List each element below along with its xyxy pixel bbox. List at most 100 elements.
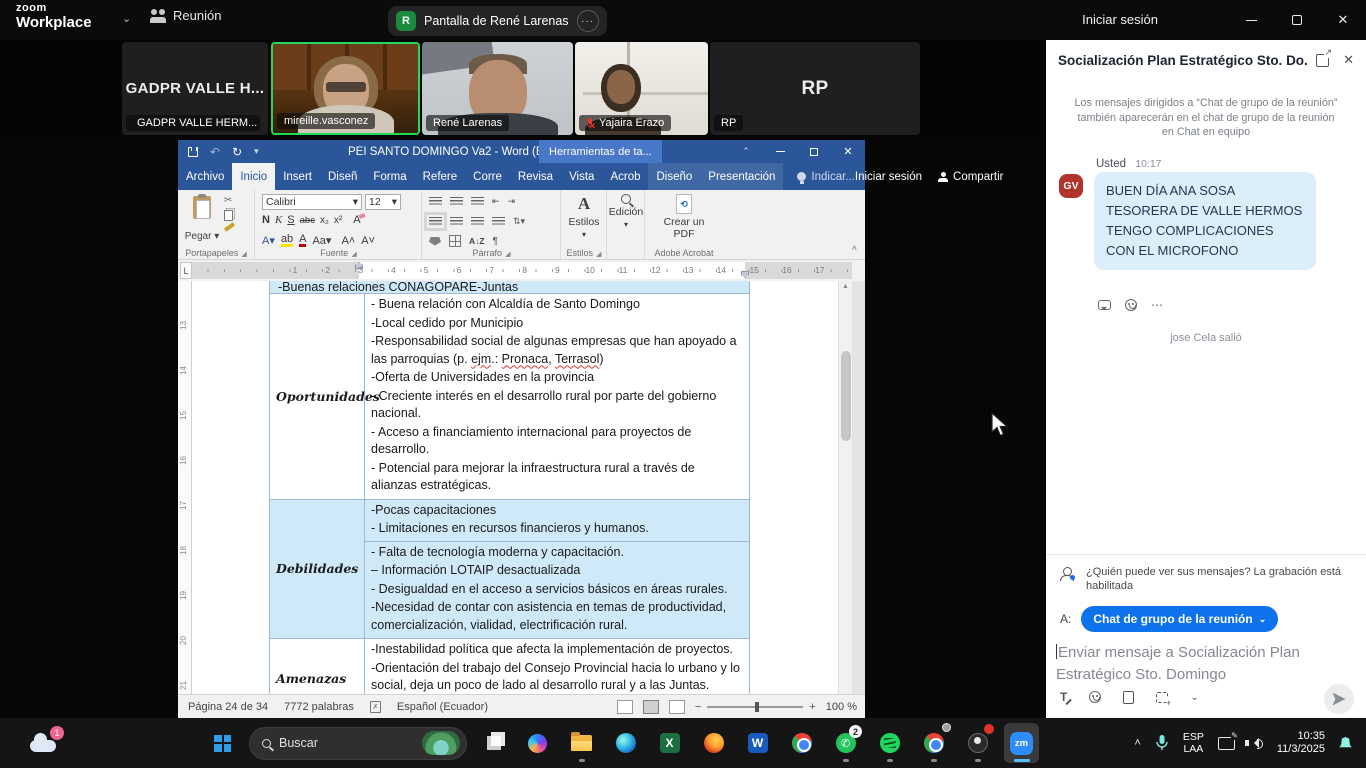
reply-icon[interactable] [1098,300,1111,310]
tab-selector[interactable]: L [180,262,192,279]
scrollbar-thumb[interactable] [841,351,851,441]
format-icon[interactable]: T [1060,690,1067,704]
print-layout-button[interactable] [643,700,659,714]
dialog-launcher-icon[interactable]: ◢ [596,251,601,258]
video-tile-ren-larenas[interactable]: René Larenas [422,42,573,135]
taskbar-task-view-icon[interactable] [476,723,511,763]
attach-file-icon[interactable] [1123,691,1134,704]
taskbar-file-explorer-icon[interactable] [564,723,599,763]
align-right-button[interactable] [471,217,484,226]
chat-message-bubble[interactable]: BUEN DÍA ANA SOSA TESORERA DE VALLE HERM… [1094,172,1316,270]
shared-screen-banner[interactable]: R Pantalla de René Larenas ··· [388,6,607,36]
taskbar-excel-icon[interactable]: X [652,723,687,763]
chat-input[interactable]: Enviar mensaje a Socialización Plan Estr… [1056,642,1352,686]
zoom-out-icon[interactable]: − [695,701,701,713]
create-pdf-button[interactable]: ⟲ Crear un PDF [646,194,722,240]
emoji-icon[interactable] [1089,691,1101,703]
word-signin-button[interactable]: Iniciar sesión [855,171,922,183]
word-count[interactable]: 7772 palabras [284,701,354,713]
microphone-icon[interactable] [1155,734,1169,752]
read-mode-button[interactable] [617,700,633,714]
window-minimize-button[interactable] [1228,0,1274,40]
decrease-indent-button[interactable]: ⇤ [492,196,500,207]
taskbar-chrome-icon[interactable] [784,723,819,763]
subscript-button[interactable]: x₂ [320,215,329,226]
chat-close-icon[interactable]: ✕ [1343,52,1354,68]
horizontal-ruler[interactable]: 1234567891011121314151617 [192,262,852,279]
tab-inicio[interactable]: Inicio [232,163,275,190]
clock[interactable]: 10:35 11/3/2025 [1277,730,1325,756]
customize-qat-icon[interactable]: ▾ [254,146,259,157]
multilevel-list-button[interactable] [471,197,484,206]
ribbon-options-icon[interactable]: ⌃ [729,140,763,163]
tab-revisa[interactable]: Revisa [510,163,561,190]
taskbar-firefox-icon[interactable] [696,723,731,763]
vertical-scrollbar[interactable]: ▲ [838,281,852,694]
font-color-button[interactable]: A [299,234,306,247]
video-tile-mireille-vasconez[interactable]: mireille.vasconez [271,42,420,135]
display-pen-icon[interactable] [1218,737,1235,750]
italic-button[interactable]: K [275,214,282,226]
taskbar-spotify-icon[interactable] [872,723,907,763]
tab-diseñ[interactable]: Diseñ [320,163,365,190]
taskbar-whatsapp-icon[interactable]: ✆2 [828,723,863,763]
clear-formatting-button[interactable]: A [353,214,360,226]
send-button[interactable] [1324,684,1354,714]
more-actions-icon[interactable]: ⋯ [1151,298,1163,312]
chevron-down-icon[interactable]: ⌄ [122,12,131,25]
scroll-up-icon[interactable]: ▲ [839,283,852,290]
font-size-select[interactable]: 12▾ [365,194,401,210]
tab-acrob[interactable]: Acrob [602,163,648,190]
tab-archivo[interactable]: Archivo [178,163,232,190]
share-button[interactable]: Compartir [938,171,1003,183]
search-box[interactable]: Buscar [249,727,467,760]
copy-icon[interactable] [224,210,233,221]
table-section-amenazas[interactable]: Amenazas-Inestabilidad política que afec… [270,639,749,694]
window-maximize-button[interactable] [1274,0,1320,40]
taskbar-obs-icon[interactable] [960,723,995,763]
dialog-launcher-icon[interactable]: ◢ [351,251,356,258]
strikethrough-button[interactable]: abc [300,215,315,226]
borders-button[interactable] [449,235,461,247]
document-page[interactable]: -Buenas relaciones CONAGOPARE-JuntasOpor… [192,281,838,694]
save-icon[interactable] [188,147,198,157]
page-indicator[interactable]: Página 24 de 34 [188,701,268,713]
meeting-tab[interactable]: Reunión [150,8,221,23]
numbering-button[interactable] [450,197,463,206]
dialog-launcher-icon[interactable]: ◢ [241,251,246,258]
tab-refere[interactable]: Refere [415,163,466,190]
word-close-button[interactable]: ✕ [831,140,865,163]
format-painter-icon[interactable] [224,222,235,232]
pilcrow-button[interactable]: ¶ [493,236,498,247]
tray-expand-icon[interactable]: ˄ [1134,737,1140,749]
line-spacing-button[interactable]: ⇅▾ [513,216,525,227]
table-section-oportunidades[interactable]: Oportunidades- Buena relación con Alcald… [270,294,749,500]
align-left-button[interactable] [429,217,442,226]
share-more-button[interactable]: ··· [577,10,599,32]
widgets-button[interactable]: 1 [30,726,64,756]
paste-button[interactable]: Pegar ▾ [183,194,221,244]
text-effects-button[interactable]: A▾ [262,234,275,247]
zoom-slider[interactable]: − + [695,701,816,713]
video-tile-rp[interactable]: RPRP [710,42,920,135]
editing-button[interactable]: Edición▾ [608,194,644,229]
highlight-color-button[interactable]: ab [281,234,293,247]
taskbar-edge-icon[interactable] [608,723,643,763]
video-tile-yajaira-erazo[interactable]: Yajaira Erazo [575,42,708,135]
speaker-icon[interactable] [1249,738,1259,748]
zoom-slider-thumb[interactable] [755,702,759,712]
video-tile-gadpr-valle-herm[interactable]: GADPR VALLE H...GADPR VALLE HERM... [122,42,268,135]
redo-icon[interactable]: ↻ [232,145,242,159]
taskbar-start-icon[interactable] [205,723,240,763]
table-overflow-row[interactable]: -Buenas relaciones CONAGOPARE-Juntas [270,281,749,294]
web-layout-button[interactable] [669,700,685,714]
font-name-select[interactable]: Calibri▾ [262,194,362,210]
underline-button[interactable]: S [287,214,294,226]
taskbar-zoom-icon[interactable]: zm [1004,723,1039,763]
language-indicator[interactable]: Español (Ecuador) [397,701,488,713]
change-case-button[interactable]: Aa▾ [312,234,331,247]
emoji-reaction-icon[interactable] [1125,299,1137,311]
tab-vista[interactable]: Vista [561,163,602,190]
sort-button[interactable]: A↓Z [469,236,485,246]
dialog-launcher-icon[interactable]: ◢ [505,251,510,258]
